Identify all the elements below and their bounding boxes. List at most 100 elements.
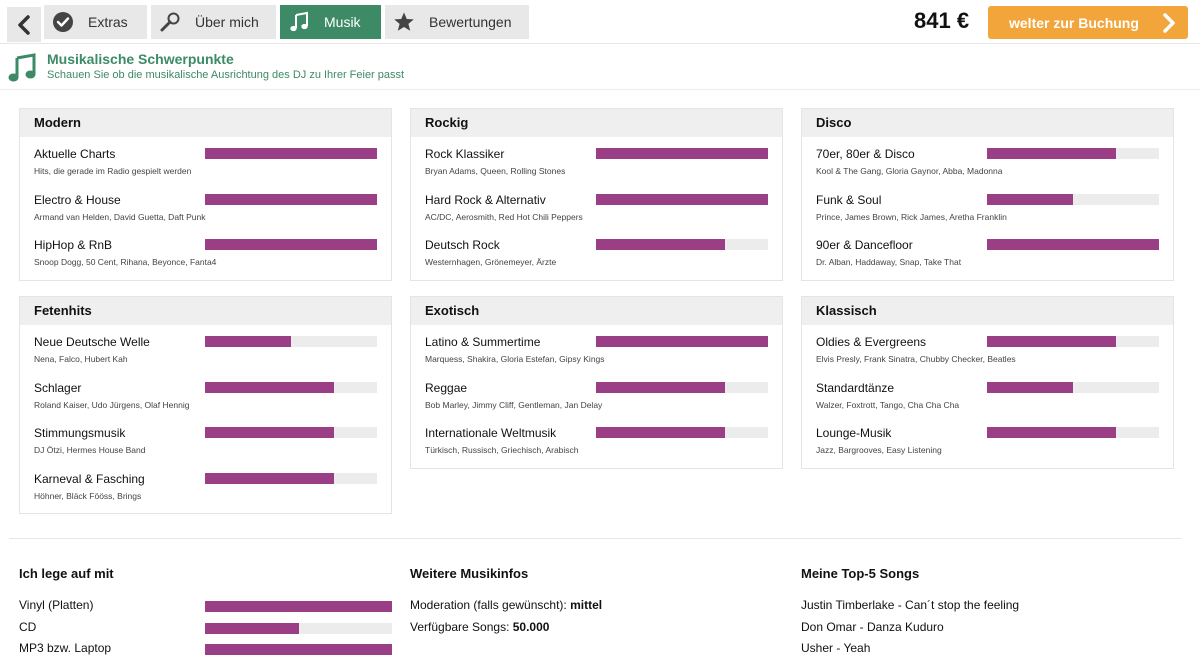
genre-label: Karneval & Fasching	[34, 471, 145, 486]
genre-row: Funk & Soul Prince, James Brown, Rick Jam…	[802, 183, 1173, 229]
genre-level-bar	[987, 193, 1159, 205]
genre-row: Reggae Bob Marley, Jimmy Cliff, Gentleman…	[411, 371, 782, 417]
genre-level-fill	[596, 381, 725, 393]
genre-description: Roland Kaiser, Udo Jürgens, Olaf Hennig	[34, 399, 190, 410]
back-button[interactable]	[7, 7, 41, 42]
genre-row: 90er & Dancefloor Dr. Alban, Haddaway, Sn…	[802, 228, 1173, 274]
genre-level-fill	[596, 239, 725, 250]
genre-level-bar	[205, 427, 377, 438]
category-card: Fetenhits Neue Deutsche Welle Nena, Falco,…	[19, 296, 392, 514]
genre-level-fill	[987, 336, 1116, 347]
music-note-icon	[288, 11, 310, 33]
more-info-title: Weitere Musikinfos	[410, 566, 529, 581]
songs-value: 50.000	[512, 620, 550, 634]
device-row: MP3 bzw. Laptop	[19, 641, 399, 655]
tab-reviews[interactable]: Bewertungen	[385, 5, 529, 39]
tab-extras-label: Extras	[88, 14, 128, 30]
genre-level-bar	[205, 148, 377, 159]
genre-label: Schlager	[34, 380, 82, 395]
genre-label: Internationale Weltmusik	[425, 426, 557, 440]
genre-level-fill	[596, 148, 768, 159]
tab-extras[interactable]: Extras	[44, 5, 147, 39]
star-icon	[393, 11, 415, 33]
genre-label: Latino & Summertime	[425, 335, 541, 349]
tab-music[interactable]: Musik	[280, 5, 381, 39]
songs-info: Verfügbare Songs: 50.000	[410, 620, 549, 634]
category-card: Disco 70er, 80er & Disco Kool & The Gang, …	[801, 108, 1174, 281]
genre-description: Hits, die gerade im Radio gespielt werde…	[34, 166, 192, 176]
genre-row: Internationale Weltmusik Türkisch, Russis…	[411, 416, 782, 462]
device-level-bar	[205, 601, 392, 612]
category-card: Rockig Rock Klassiker Bryan Adams, Queen, …	[410, 108, 783, 281]
genre-description: Jazz, Bargrooves, Easy Listening	[816, 445, 942, 455]
genre-level-bar	[596, 336, 768, 347]
genre-label: HipHop & RnB	[34, 238, 113, 252]
genre-row: Stimmungsmusik DJ Ötzi, Hermes House Band	[20, 416, 391, 462]
genre-level-bar	[596, 193, 768, 205]
tab-reviews-label: Bewertungen	[429, 14, 512, 30]
genre-level-fill	[987, 239, 1159, 250]
top-navigation-bar: Extras Über mich Musik Bewertungen 841 €…	[0, 0, 1200, 44]
device-level-fill	[205, 601, 392, 612]
genre-level-bar	[205, 381, 377, 393]
category-card: Klassisch Oldies & Evergreens Elvis Presly…	[801, 296, 1174, 469]
genre-level-fill	[205, 427, 334, 438]
genre-label: Reggae	[425, 380, 468, 395]
genre-label: Funk & Soul	[816, 192, 882, 207]
continue-booking-button[interactable]: welter zur Buchung	[988, 6, 1188, 39]
genre-row: Standardtänze Walzer, Foxtrott, Tango, Ch…	[802, 371, 1173, 417]
genre-description: Kool & The Gang, Gloria Gaynor, Abba, Ma…	[816, 166, 1003, 176]
genre-level-fill	[987, 427, 1116, 438]
device-level-fill	[205, 644, 392, 655]
tab-bar: Extras Über mich Musik Bewertungen	[44, 5, 533, 39]
top-song-item: Usher - Yeah	[801, 641, 871, 655]
music-note-icon	[8, 53, 36, 82]
genre-row: Oldies & Evergreens Elvis Presly, Frank S…	[802, 325, 1173, 371]
genre-label: 90er & Dancefloor	[816, 238, 913, 252]
genre-level-bar	[596, 148, 768, 159]
genre-description: Snoop Dogg, 50 Cent, Rihana, Beyonce, Fa…	[34, 257, 217, 267]
genre-row: Neue Deutsche Welle Nena, Falco, Hubert K…	[20, 325, 391, 371]
genre-row: Lounge-Musik Jazz, Bargrooves, Easy Liste…	[802, 416, 1173, 462]
genre-label: 70er, 80er & Disco	[816, 147, 915, 161]
genre-label: Oldies & Evergreens	[816, 335, 927, 349]
genre-level-fill	[205, 239, 377, 250]
genre-level-fill	[987, 193, 1073, 205]
check-badge-icon	[52, 11, 74, 33]
category-title: Klassisch	[802, 297, 1173, 325]
genre-row: Karneval & Fasching Höhner, Bläck Fööss, …	[20, 462, 391, 508]
genre-row: Aktuelle Charts Hits, die gerade im Radio…	[20, 137, 391, 183]
device-row: CD	[19, 620, 399, 638]
genre-label: Hard Rock & Alternativ	[425, 192, 546, 207]
genre-description: Marquess, Shakira, Gloria Estefan, Gipsy…	[425, 354, 605, 364]
chevron-right-icon	[1163, 13, 1175, 33]
genre-label: Aktuelle Charts	[34, 147, 116, 161]
category-title: Disco	[802, 109, 1173, 137]
genre-description: Höhner, Bläck Fööss, Brings	[34, 490, 142, 501]
category-title: Modern	[20, 109, 391, 137]
genre-level-bar	[596, 381, 768, 393]
genre-label: Neue Deutsche Welle	[34, 335, 150, 349]
tab-about-me[interactable]: Über mich	[151, 5, 276, 39]
genre-description: Prince, James Brown, Rick James, Aretha …	[816, 211, 1007, 222]
genre-level-fill	[596, 193, 768, 205]
moderation-value: mittel	[570, 598, 603, 612]
genre-level-bar	[987, 427, 1159, 438]
divider	[9, 538, 1181, 539]
genre-level-fill	[987, 148, 1116, 159]
genre-description: Bob Marley, Jimmy Cliff, Gentleman, Jan …	[425, 399, 603, 410]
moderation-label: Moderation (falls gewünscht):	[410, 598, 567, 612]
top-songs-title: Meine Top-5 Songs	[801, 566, 920, 581]
genre-level-fill	[596, 427, 725, 438]
device-level-fill	[205, 622, 299, 634]
genre-level-fill	[205, 472, 334, 484]
device-level-bar	[205, 622, 392, 634]
genre-description: Armand van Helden, David Guetta, Daft Pu…	[34, 211, 206, 222]
category-title: Exotisch	[411, 297, 782, 325]
genre-label: Standardtänze	[816, 380, 895, 395]
genre-description: Bryan Adams, Queen, Rolling Stones	[425, 166, 566, 176]
genre-description: Nena, Falco, Hubert Kah	[34, 354, 128, 364]
genre-label: Lounge-Musik	[816, 426, 892, 440]
genre-level-fill	[205, 193, 377, 205]
category-card: Modern Aktuelle Charts Hits, die gerade im…	[19, 108, 392, 281]
